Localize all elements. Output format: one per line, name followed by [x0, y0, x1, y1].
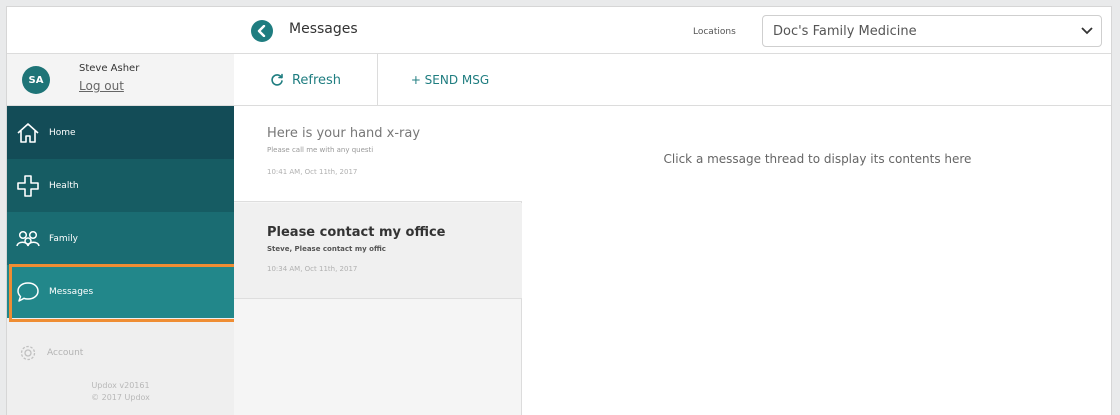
health-cross-icon: [17, 174, 39, 197]
family-icon: [16, 230, 40, 246]
refresh-button[interactable]: Refresh: [234, 54, 378, 106]
content-toolbar: [522, 54, 1111, 106]
thread-list: Refresh + SEND MSG Here is your hand x-r…: [234, 54, 522, 415]
sidebar-item-health[interactable]: Health: [7, 159, 234, 212]
refresh-icon: [271, 73, 283, 86]
thread-timestamp: 10:34 AM, Oct 11th, 2017: [267, 265, 358, 273]
logout-link[interactable]: Log out: [79, 79, 124, 93]
chevron-left-icon: [257, 25, 266, 37]
send-message-button[interactable]: + SEND MSG: [378, 54, 522, 106]
sidebar-item-label: Family: [49, 233, 78, 244]
sidebar: SA Steve Asher Log out Home Health Famil…: [7, 54, 249, 415]
thread-subject: Please contact my office: [267, 225, 446, 240]
sidebar-item-label: Health: [49, 180, 79, 191]
user-profile: SA Steve Asher Log out: [7, 54, 234, 106]
refresh-label: Refresh: [291, 72, 342, 88]
sidebar-item-messages[interactable]: Messages: [7, 265, 234, 318]
sidebar-item-family[interactable]: Family: [7, 212, 234, 265]
speech-bubble-icon: [17, 281, 39, 302]
copyright-text: © 2017 Updox: [91, 393, 150, 402]
list-item[interactable]: Please contact my office Steve, Please c…: [234, 203, 522, 299]
empty-state-text: Click a message thread to display its co…: [663, 152, 972, 166]
back-button[interactable]: [251, 20, 273, 42]
gear-icon: [20, 345, 36, 361]
location-select-value: Doc's Family Medicine: [773, 24, 917, 39]
thread-preview: Please call me with any questi: [267, 146, 374, 154]
location-select[interactable]: Doc's Family Medicine: [762, 15, 1102, 47]
thread-toolbar: Refresh + SEND MSG: [234, 54, 522, 106]
thread-timestamp: 10:41 AM, Oct 11th, 2017: [267, 168, 358, 176]
home-icon: [17, 122, 39, 143]
page-title: Messages: [289, 21, 358, 37]
sidebar-item-account[interactable]: Account: [19, 344, 83, 362]
chevron-down-icon: [1081, 27, 1093, 35]
sidebar-item-label: Home: [49, 127, 76, 138]
top-header: Messages Locations Doc's Family Medicine: [7, 7, 1111, 54]
user-name: Steve Asher: [79, 63, 140, 74]
locations-label: Locations: [693, 27, 736, 37]
sidebar-item-label: Messages: [49, 286, 94, 297]
thread-preview: Steve, Please contact my offic: [267, 245, 386, 253]
app-window: Messages Locations Doc's Family Medicine…: [6, 6, 1112, 415]
sidebar-item-home[interactable]: Home: [7, 106, 234, 159]
list-item[interactable]: Here is your hand x-ray Please call me w…: [234, 106, 522, 202]
avatar: SA: [22, 66, 50, 94]
version-text: Updox v20161: [91, 381, 150, 390]
version-info: Updox v20161 © 2017 Updox: [7, 380, 234, 404]
sidebar-item-label: Account: [47, 348, 84, 358]
message-content-pane: Click a message thread to display its co…: [522, 54, 1111, 415]
thread-subject: Here is your hand x-ray: [267, 126, 421, 141]
